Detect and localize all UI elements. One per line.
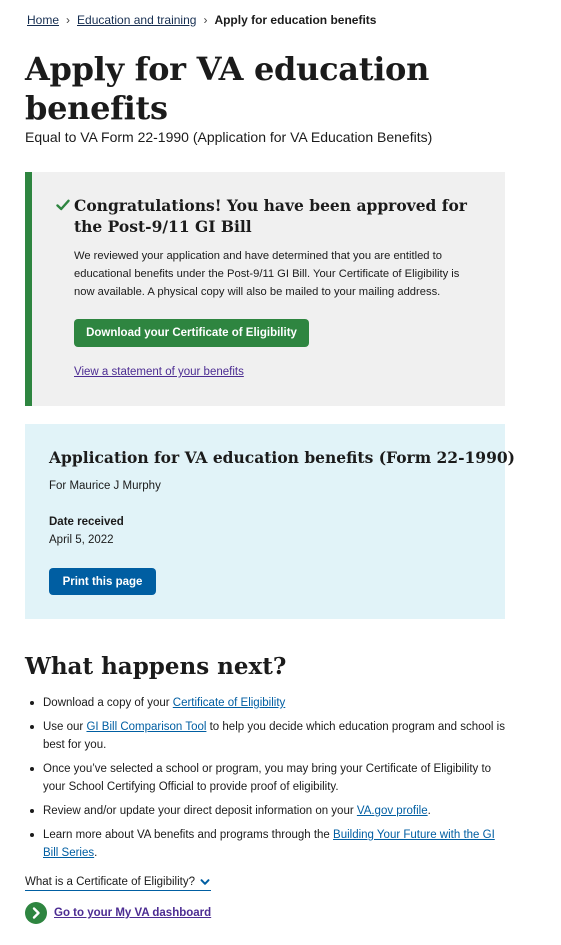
dashboard-action-link[interactable]: Go to your My VA dashboard [25,902,211,924]
view-statement-link[interactable]: View a statement of your benefits [74,366,244,378]
next-steps-heading: What happens next? [25,653,287,680]
arrow-right-circle-icon [25,902,47,924]
page-subtitle: Equal to VA Form 22-1990 (Application fo… [25,129,433,145]
next-steps-list: Download a copy of your Certificate of E… [30,694,508,868]
alert-heading: Congratulations! You have been approved … [74,196,467,236]
breadcrumb: Home › Education and training › Apply fo… [27,13,376,27]
breadcrumb-separator: › [66,13,71,27]
date-received-label: Date received [49,516,124,528]
certificate-info-expander[interactable]: What is a Certificate of Eligibility? [25,876,212,891]
download-certificate-button[interactable]: Download your Certificate of Eligibility [74,319,309,347]
check-icon [56,199,70,211]
applicant-name: For Maurice J Murphy [49,480,161,492]
application-summary: Application for VA education benefits (F… [25,424,515,619]
print-page-button[interactable]: Print this page [49,568,156,595]
alert-body: We reviewed your application and have de… [74,250,460,298]
list-item: Learn more about VA benefits and program… [30,826,508,862]
list-item: Download a copy of your Certificate of E… [30,694,508,712]
date-received-value: April 5, 2022 [49,534,114,546]
expander-label: What is a Certificate of Eligibility? [25,876,196,888]
va-profile-link[interactable]: VA.gov profile [357,805,428,817]
list-item: Once you’ve selected a school or program… [30,760,508,796]
summary-title: Application for VA education benefits (F… [49,448,515,467]
list-item: Use our GI Bill Comparison Tool to help … [30,718,508,754]
page-title: Apply for VA education benefits [25,50,430,127]
success-alert: Congratulations! You have been approved … [25,172,505,406]
breadcrumb-separator: › [203,13,208,27]
my-va-dashboard-link[interactable]: Go to your My VA dashboard [54,907,211,919]
list-item: Review and/or update your direct deposit… [30,802,508,820]
comparison-tool-link[interactable]: GI Bill Comparison Tool [86,721,206,733]
breadcrumb-home-link[interactable]: Home [27,13,59,27]
breadcrumb-education-link[interactable]: Education and training [77,13,196,27]
chevron-down-icon [200,879,210,885]
breadcrumb-current: Apply for education benefits [214,13,377,27]
certificate-link[interactable]: Certificate of Eligibility [173,697,285,709]
